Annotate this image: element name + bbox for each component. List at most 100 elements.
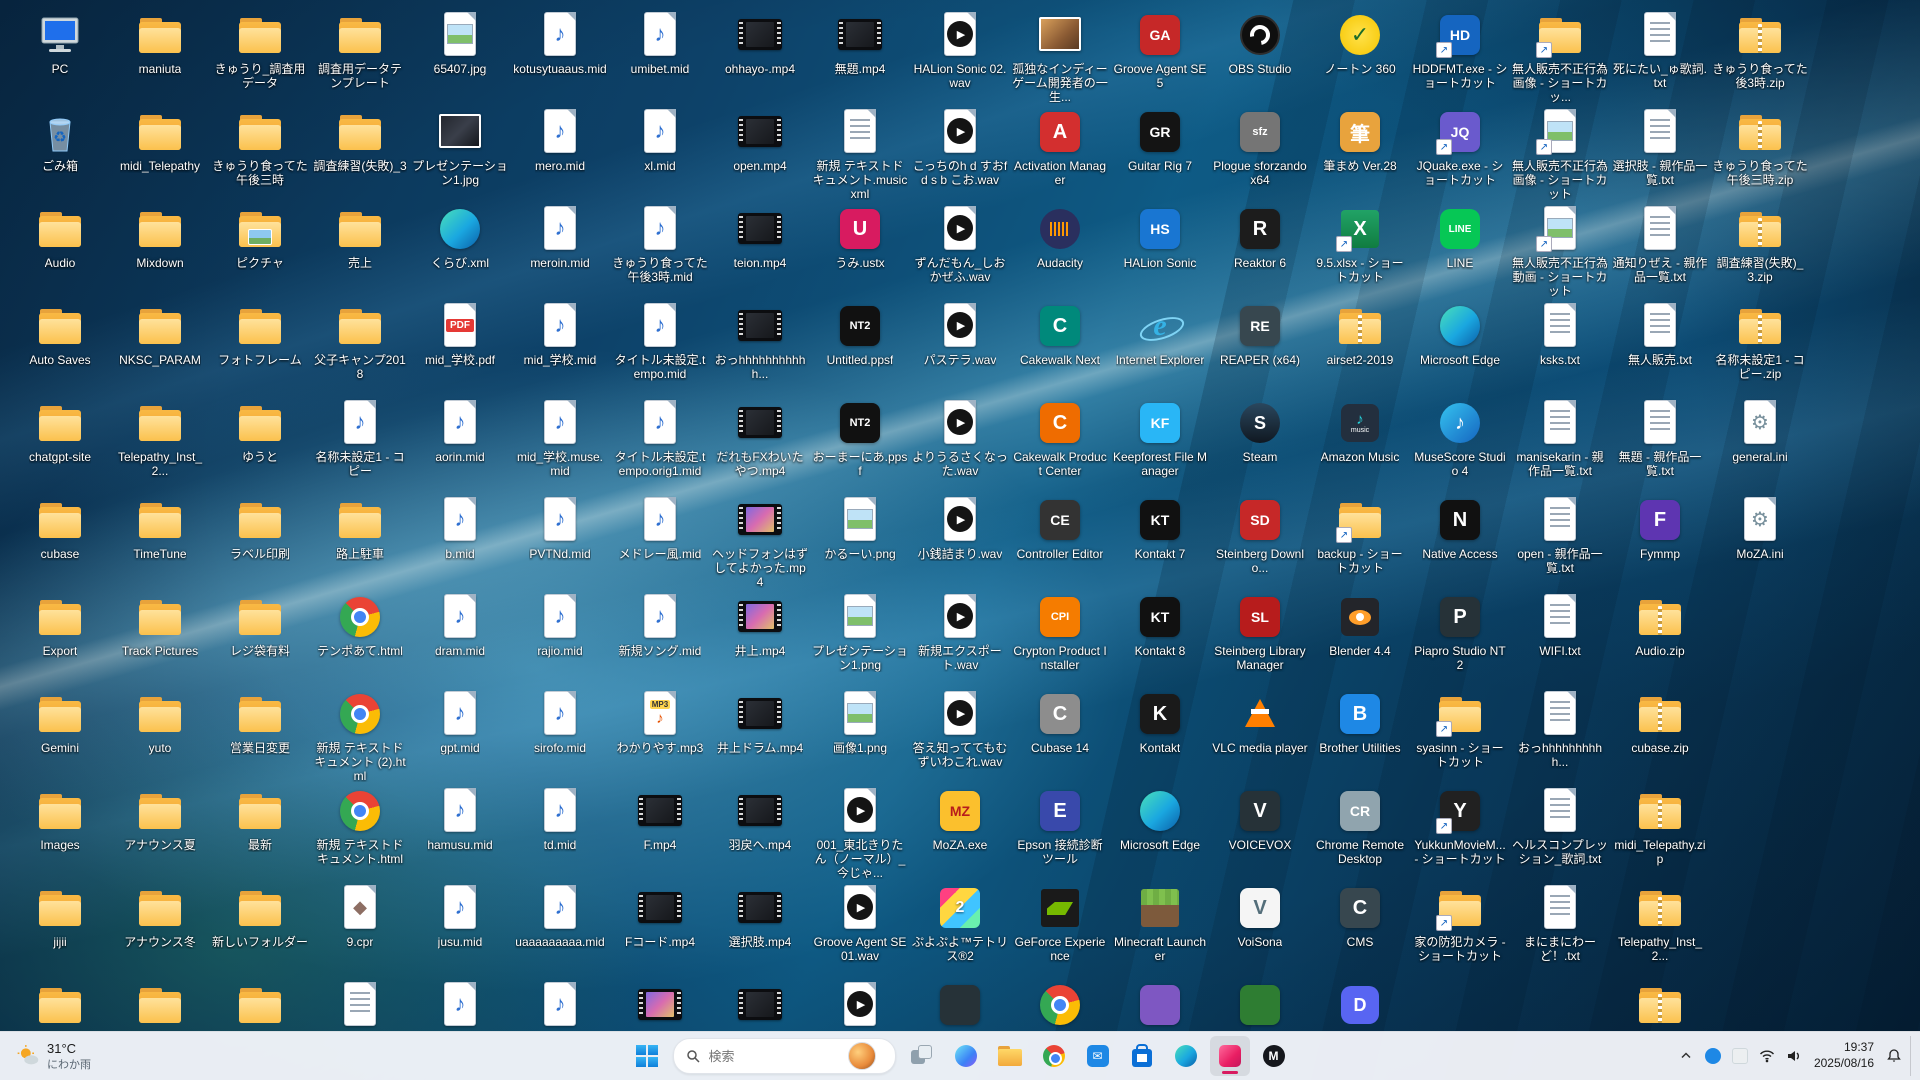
- desktop-icon[interactable]: CEController Editor: [1010, 491, 1110, 588]
- desktop-icon[interactable]: WIFI.txt: [1510, 588, 1610, 685]
- desktop-icon[interactable]: [110, 976, 210, 1032]
- desktop-icon[interactable]: NKSC_PARAM: [110, 297, 210, 394]
- desktop-icon[interactable]: ↗家の防犯カメラ - ショートカット: [1410, 879, 1510, 976]
- desktop-icon[interactable]: jijii: [10, 879, 110, 976]
- desktop-icon[interactable]: ohhayo-.mp4: [710, 6, 810, 103]
- desktop-icon[interactable]: ▶Groove Agent SE 01.wav: [810, 879, 910, 976]
- desktop-icon[interactable]: sfzPlogue sforzando x64: [1210, 103, 1310, 200]
- desktop-icon[interactable]: ↗無人販売不正行為画像 - ショートカッ...: [1510, 6, 1610, 103]
- desktop-icon[interactable]: [1010, 976, 1110, 1032]
- desktop-icon[interactable]: ↗syasinn - ショートカット: [1410, 685, 1510, 782]
- desktop-icon[interactable]: 井上.mp4: [710, 588, 810, 685]
- desktop-icon[interactable]: [1110, 976, 1210, 1032]
- desktop-icon[interactable]: きゅうり食ってた午後三時.zip: [1710, 103, 1810, 200]
- desktop-icon[interactable]: Blender 4.4: [1310, 588, 1410, 685]
- desktop-icon[interactable]: 65407.jpg: [410, 6, 510, 103]
- desktop-icon[interactable]: 新規 テキストドキュメント.html: [310, 782, 410, 879]
- desktop-icon[interactable]: Microsoft Edge: [1110, 782, 1210, 879]
- desktop-icon[interactable]: BBrother Utilities: [1310, 685, 1410, 782]
- desktop-icon[interactable]: VVoiSona: [1210, 879, 1310, 976]
- desktop-icon[interactable]: 選択肢 - 親作品一覧.txt: [1610, 103, 1710, 200]
- desktop-icon[interactable]: open - 親作品一覧.txt: [1510, 491, 1610, 588]
- taskbar-app-chrome[interactable]: [1034, 1036, 1074, 1076]
- desktop-icon[interactable]: ↗backup - ショートカット: [1310, 491, 1410, 588]
- desktop-icon[interactable]: REREAPER (x64): [1210, 297, 1310, 394]
- desktop-icon[interactable]: ↗無人販売不正行為画像 - ショートカット: [1510, 103, 1610, 200]
- desktop-icon[interactable]: 新しいフォルダー: [210, 879, 310, 976]
- desktop-icon[interactable]: cubase: [10, 491, 110, 588]
- desktop-icon[interactable]: PPiapro Studio NT2: [1410, 588, 1510, 685]
- taskbar-app-edge[interactable]: [1166, 1036, 1206, 1076]
- desktop-icon[interactable]: CRChrome Remote Desktop: [1310, 782, 1410, 879]
- desktop-icon[interactable]: 孤独なインディーゲーム開発者の一生...: [1010, 6, 1110, 103]
- desktop-icon[interactable]: Images: [10, 782, 110, 879]
- desktop-icon[interactable]: ▶答え知っててもむずいわこれ.wav: [910, 685, 1010, 782]
- desktop-icon[interactable]: KTKontakt 8: [1110, 588, 1210, 685]
- desktop-icon[interactable]: ♪xl.mid: [610, 103, 710, 200]
- desktop-icon[interactable]: KKontakt: [1110, 685, 1210, 782]
- desktop-icon[interactable]: おっhhhhhhhhhhh...: [710, 297, 810, 394]
- desktop-icon[interactable]: [10, 976, 110, 1032]
- taskbar-app-musehub[interactable]: M: [1254, 1036, 1294, 1076]
- desktop-icon[interactable]: きゅうり食ってた後3時.zip: [1710, 6, 1810, 103]
- desktop-icon[interactable]: ♪タイトル未設定.tempo.mid: [610, 297, 710, 394]
- desktop-icon[interactable]: Minecraft Launcher: [1110, 879, 1210, 976]
- desktop-icon[interactable]: 父子キャンプ2018: [310, 297, 410, 394]
- desktop-icon[interactable]: 画像1.png: [810, 685, 910, 782]
- desktop-icon[interactable]: [610, 976, 710, 1032]
- desktop-icon[interactable]: ♪タイトル未設定.tempo.orig1.mid: [610, 394, 710, 491]
- desktop-icon[interactable]: eInternet Explorer: [1110, 297, 1210, 394]
- desktop-icon[interactable]: Track Pictures: [110, 588, 210, 685]
- start-button[interactable]: [627, 1036, 667, 1076]
- desktop-icon[interactable]: ♪: [410, 976, 510, 1032]
- desktop-icon[interactable]: Gemini: [10, 685, 110, 782]
- desktop-icon[interactable]: 営業日変更: [210, 685, 310, 782]
- search-highlight-image[interactable]: [848, 1042, 876, 1070]
- desktop-icon[interactable]: ♪td.mid: [510, 782, 610, 879]
- desktop-icon[interactable]: ピクチャ: [210, 200, 310, 297]
- desktop-icon[interactable]: D: [1310, 976, 1410, 1032]
- desktop-icon[interactable]: NT2おーまーにあ.ppsf: [810, 394, 910, 491]
- desktop-icon[interactable]: Microsoft Edge: [1410, 297, 1510, 394]
- desktop-icon[interactable]: HSHALion Sonic: [1110, 200, 1210, 297]
- desktop-icon[interactable]: ↗無人販売不正行為動画 - ショートカット: [1510, 200, 1610, 297]
- desktop-icon[interactable]: [710, 976, 810, 1032]
- desktop-icon[interactable]: ♪新規ソング.mid: [610, 588, 710, 685]
- desktop-icon[interactable]: maniuta: [110, 6, 210, 103]
- desktop-icon[interactable]: 井上ドラム.mp4: [710, 685, 810, 782]
- desktop-icon[interactable]: ▶こっちのh d すおf d s b こお.wav: [910, 103, 1010, 200]
- desktop-icon[interactable]: PC: [10, 6, 110, 103]
- desktop-icon[interactable]: テンポあて.html: [310, 588, 410, 685]
- desktop-icon[interactable]: MP3♪わかりやす.mp3: [610, 685, 710, 782]
- taskbar-app-microsoft-store[interactable]: [1122, 1036, 1162, 1076]
- desktop-icon[interactable]: Uうみ.ustx: [810, 200, 910, 297]
- desktop-icon[interactable]: ヘルスコンプレッション_歌詞.txt: [1510, 782, 1610, 879]
- desktop-icon[interactable]: Auto Saves: [10, 297, 110, 394]
- desktop-icon[interactable]: かるーい.png: [810, 491, 910, 588]
- desktop-icon[interactable]: アナウンス冬: [110, 879, 210, 976]
- desktop-icon[interactable]: ♪dram.mid: [410, 588, 510, 685]
- desktop-icon[interactable]: Audacity: [1010, 200, 1110, 297]
- desktop-icon[interactable]: 選択肢.mp4: [710, 879, 810, 976]
- desktop-icon[interactable]: airset2-2019: [1310, 297, 1410, 394]
- desktop-icon[interactable]: 羽戻へ.mp4: [710, 782, 810, 879]
- desktop-icon[interactable]: 無題 - 親作品一覧.txt: [1610, 394, 1710, 491]
- desktop-icon[interactable]: ♪メドレー風.mid: [610, 491, 710, 588]
- desktop-icon[interactable]: ♪musicAmazon Music: [1310, 394, 1410, 491]
- desktop-icon[interactable]: ♻ごみ箱: [10, 103, 110, 200]
- desktop-icon[interactable]: VLC media player: [1210, 685, 1310, 782]
- desktop-icon[interactable]: ▶HALion Sonic 02.wav: [910, 6, 1010, 103]
- desktop-icon[interactable]: chatgpt-site: [10, 394, 110, 491]
- desktop-icon[interactable]: MZMoZA.exe: [910, 782, 1010, 879]
- desktop-icon[interactable]: EEpson 接続診断ツール: [1010, 782, 1110, 879]
- taskbar-search-box[interactable]: [673, 1038, 896, 1074]
- desktop-icon[interactable]: teion.mp4: [710, 200, 810, 297]
- desktop-icon[interactable]: 無題.mp4: [810, 6, 910, 103]
- desktop-icon[interactable]: 売上: [310, 200, 410, 297]
- desktop-icon[interactable]: Export: [10, 588, 110, 685]
- desktop-icon[interactable]: CCakewalk Product Center: [1010, 394, 1110, 491]
- desktop-icon[interactable]: ▶小銭詰まり.wav: [910, 491, 1010, 588]
- desktop-icon[interactable]: midi_Telepathy.zip: [1610, 782, 1710, 879]
- desktop-icon[interactable]: ヘッドフォンはずしてよかった.mp4: [710, 491, 810, 588]
- desktop-icon[interactable]: ♪sirofo.mid: [510, 685, 610, 782]
